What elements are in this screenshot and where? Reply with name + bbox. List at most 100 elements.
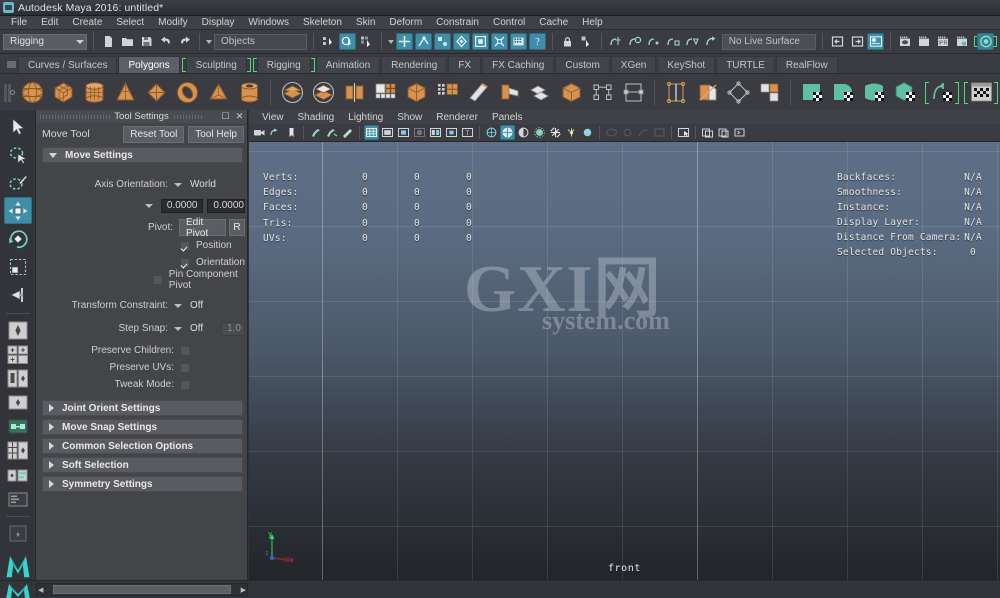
- snap-to-point-icon[interactable]: [646, 33, 663, 50]
- step-snap-amount[interactable]: 1.0: [221, 321, 245, 336]
- poly-plane-icon[interactable]: [142, 79, 170, 107]
- shelf-tab-xgen[interactable]: XGen: [610, 56, 657, 73]
- select-joints-icon[interactable]: [414, 33, 432, 50]
- mirror-geometry-icon[interactable]: [402, 79, 430, 107]
- preserve-children-checkbox[interactable]: [180, 345, 190, 356]
- shelf-options-icon[interactable]: [10, 78, 15, 108]
- image-plane-icon[interactable]: [308, 125, 323, 140]
- menu-constrain[interactable]: Constrain: [429, 16, 486, 30]
- uv-cylindrical-icon[interactable]: [829, 79, 857, 107]
- select-misc-icon[interactable]: ?: [528, 33, 546, 50]
- show-manipulator-tool[interactable]: [4, 281, 32, 308]
- hypershade-icon[interactable]: [977, 33, 994, 50]
- selection-mask-chevron-icon[interactable]: [206, 39, 212, 44]
- viewport-canvas[interactable]: GXI网 system.com Verts: 0 0 0 Edges: 0 0 0 Faces:…: [249, 142, 1000, 580]
- poly-pyramid-icon[interactable]: [204, 79, 232, 107]
- ambient-occlusion-icon[interactable]: [532, 125, 547, 140]
- persp-outliner-layout[interactable]: [3, 392, 33, 415]
- smooth-icon[interactable]: [371, 79, 399, 107]
- anti-alias-icon[interactable]: [548, 125, 563, 140]
- scene-preset-layout[interactable]: [3, 522, 33, 545]
- open-scene-icon[interactable]: [119, 33, 136, 50]
- menu-set-selector[interactable]: Rigging: [3, 33, 87, 50]
- chevron-down-icon[interactable]: [174, 326, 182, 331]
- uv-editor-icon[interactable]: [967, 79, 995, 107]
- poly-cylinder-icon[interactable]: [80, 79, 108, 107]
- section-symmetry-settings[interactable]: Symmetry Settings: [42, 476, 243, 492]
- smooth-shade-all-icon[interactable]: [380, 125, 395, 140]
- viewport-menu-lighting[interactable]: Lighting: [341, 112, 390, 123]
- scale-tool[interactable]: [4, 253, 32, 280]
- make-live-icon[interactable]: [703, 33, 720, 50]
- shelf-grip-icon[interactable]: [4, 57, 18, 71]
- shelf-tab-realflow[interactable]: RealFlow: [775, 56, 838, 73]
- menu-display[interactable]: Display: [195, 16, 242, 30]
- chevron-down-icon[interactable]: [174, 303, 182, 308]
- scroll-right-icon[interactable]: ▶: [241, 586, 246, 594]
- reset-tool-button[interactable]: Reset Tool: [123, 125, 185, 143]
- viewport-menu-renderer[interactable]: Renderer: [429, 112, 485, 123]
- snap-to-projected-center-icon[interactable]: [665, 33, 682, 50]
- booleans-icon[interactable]: [340, 79, 368, 107]
- shelf-tab-curves-surfaces[interactable]: Curves / Surfaces: [18, 56, 118, 73]
- xray-joints-icon[interactable]: T: [460, 125, 475, 140]
- toggle-panel-icon[interactable]: [716, 125, 731, 140]
- preserve-uvs-checkbox[interactable]: [180, 362, 190, 373]
- lock-selection-icon[interactable]: [559, 33, 576, 50]
- close-icon[interactable]: ✕: [234, 111, 245, 122]
- highlight-selection-icon[interactable]: [578, 33, 595, 50]
- select-by-component-icon[interactable]: [358, 33, 375, 50]
- use-default-light-icon[interactable]: [484, 125, 499, 140]
- move-tool[interactable]: [3, 197, 32, 225]
- poly-pipe-icon[interactable]: [235, 79, 263, 107]
- section-move-settings[interactable]: Move Settings: [42, 147, 243, 163]
- ipr-render-icon[interactable]: [916, 33, 933, 50]
- camera-attributes-icon[interactable]: [268, 125, 283, 140]
- axis-orientation-value[interactable]: World: [190, 179, 216, 190]
- shelf-tab-fx-caching[interactable]: FX Caching: [482, 56, 555, 73]
- poly-cone-icon[interactable]: [111, 79, 139, 107]
- position-checkbox[interactable]: [180, 240, 190, 251]
- viewport-menu-view[interactable]: View: [255, 112, 291, 123]
- shelf-tab-turtle[interactable]: TURTLE: [716, 56, 775, 73]
- two-sided-lighting-icon[interactable]: [324, 125, 339, 140]
- shelf-tab-rigging[interactable]: Rigging: [252, 56, 315, 73]
- transform-constraint-value[interactable]: Off: [190, 300, 203, 311]
- menu-modify[interactable]: Modify: [151, 16, 194, 30]
- gamma-icon[interactable]: [700, 125, 715, 140]
- select-by-hierarchy-icon[interactable]: [320, 33, 337, 50]
- isolate-select-icon[interactable]: [604, 125, 619, 140]
- combine-icon[interactable]: [278, 79, 306, 107]
- multi-cut-icon[interactable]: [557, 79, 585, 107]
- selection-mask-field[interactable]: Objects: [214, 33, 307, 50]
- grid-toggle-icon[interactable]: [620, 125, 635, 140]
- viewport-menu-panels[interactable]: Panels: [485, 112, 530, 123]
- panel-menu-icon[interactable]: [732, 125, 747, 140]
- scroll-left-icon[interactable]: ◀: [38, 586, 43, 594]
- render-settings-icon[interactable]: IPR: [935, 33, 952, 50]
- use-all-lights-icon[interactable]: [500, 125, 515, 140]
- two-pane-side-layout[interactable]: [3, 368, 33, 391]
- axis-value-x[interactable]: 0.0000: [160, 198, 204, 213]
- edit-pivot-button[interactable]: Edit Pivot: [179, 217, 226, 239]
- select-by-object-icon[interactable]: [338, 33, 356, 50]
- new-scene-icon[interactable]: [100, 33, 117, 50]
- grease-pencil-icon[interactable]: [340, 125, 355, 140]
- append-polygon-icon[interactable]: [526, 79, 554, 107]
- shelf-tab-sculpting[interactable]: Sculpting: [181, 56, 251, 73]
- poly-cube-icon[interactable]: [49, 79, 77, 107]
- hypershade-layout[interactable]: [3, 440, 33, 463]
- select-tool[interactable]: [4, 113, 32, 140]
- section-joint-orient-settings[interactable]: Joint Orient Settings: [42, 400, 243, 416]
- rotate-tool[interactable]: [4, 225, 32, 252]
- viewport-menu-show[interactable]: Show: [390, 112, 429, 123]
- uv-spherical-icon[interactable]: [860, 79, 888, 107]
- undock-icon[interactable]: ☐: [220, 111, 231, 122]
- tool-help-button[interactable]: Tool Help: [188, 125, 244, 143]
- poly-torus-icon[interactable]: [173, 79, 201, 107]
- section-common-selection-options[interactable]: Common Selection Options: [42, 438, 243, 454]
- exposure-icon[interactable]: [676, 125, 691, 140]
- persp-trax-layout[interactable]: [3, 464, 33, 487]
- undo-icon[interactable]: [157, 33, 174, 50]
- menu-windows[interactable]: Windows: [241, 16, 296, 30]
